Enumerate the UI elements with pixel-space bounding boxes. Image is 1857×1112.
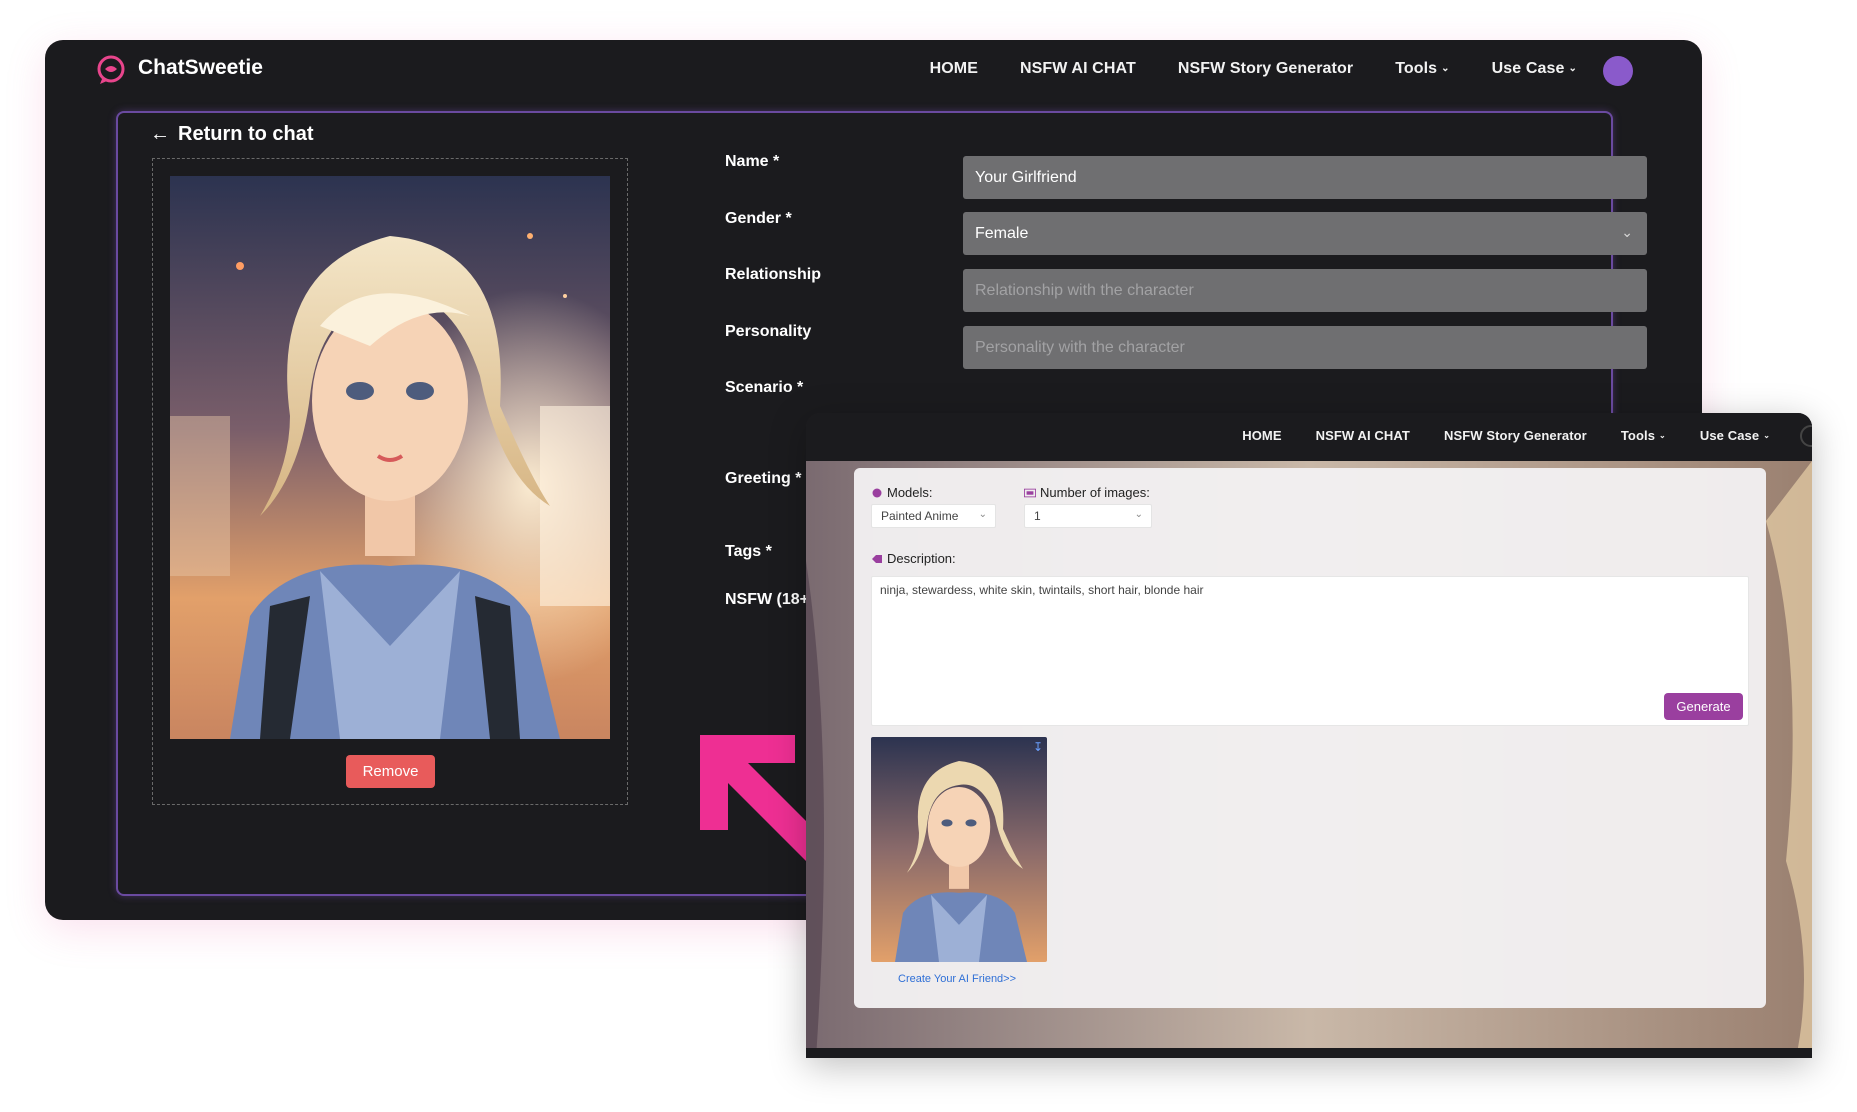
front-bottom-bar bbox=[806, 1048, 1812, 1058]
nav-use-case[interactable]: Use Case ⌄ bbox=[1492, 60, 1577, 78]
chevron-down-icon: ⌄ bbox=[1621, 224, 1633, 240]
personality-input[interactable]: Personality with the character bbox=[963, 326, 1647, 369]
gender-select-value: Female bbox=[975, 224, 1029, 242]
generated-image-thumbnail[interactable]: ↧ bbox=[871, 737, 1047, 962]
nav-use-case-label: Use Case bbox=[1491, 60, 1565, 77]
chevron-down-icon: ⌄ bbox=[1134, 509, 1143, 520]
generated-image bbox=[871, 737, 1047, 962]
gender-label: Gender * bbox=[725, 210, 792, 227]
gender-select[interactable]: Female ⌄ bbox=[963, 212, 1647, 255]
front-nav-tools-label: Tools bbox=[1620, 428, 1656, 443]
name-input[interactable]: Your Girlfriend bbox=[963, 156, 1647, 199]
front-nav-story-generator[interactable]: NSFW Story Generator bbox=[1444, 428, 1587, 443]
chat-bubble-logo-icon[interactable] bbox=[95, 54, 127, 86]
chevron-down-icon: ⌄ bbox=[1659, 431, 1666, 440]
models-label-text: Models: bbox=[887, 485, 933, 500]
generate-button[interactable]: Generate bbox=[1664, 693, 1743, 720]
nav-story-generator[interactable]: NSFW Story Generator bbox=[1178, 60, 1353, 78]
relationship-input[interactable]: Relationship with the character bbox=[963, 269, 1647, 312]
avatar-upload-area[interactable]: Remove bbox=[152, 158, 628, 805]
front-nav-tools[interactable]: Tools ⌄ bbox=[1621, 428, 1666, 443]
return-to-chat-link[interactable]: ← Return to chat bbox=[150, 123, 314, 146]
front-nav-use-case[interactable]: Use Case ⌄ bbox=[1700, 428, 1770, 443]
remove-image-button[interactable]: Remove bbox=[346, 755, 435, 788]
tags-label: Tags * bbox=[725, 543, 772, 560]
front-nav-home[interactable]: HOME bbox=[1242, 428, 1281, 443]
download-icon[interactable]: ↧ bbox=[1033, 740, 1043, 754]
image-count-select[interactable]: 1 ⌄ bbox=[1024, 504, 1152, 528]
description-textarea[interactable]: ninja, stewardess, white skin, twintails… bbox=[871, 576, 1749, 726]
nav-links: HOME NSFW AI CHAT NSFW Story Generator T… bbox=[930, 60, 1577, 78]
front-nav-use-case-label: Use Case bbox=[1699, 428, 1760, 443]
image-icon bbox=[1024, 488, 1036, 498]
tag-icon bbox=[872, 555, 882, 563]
nav-home[interactable]: HOME bbox=[930, 60, 978, 78]
chevron-down-icon: ⌄ bbox=[1441, 63, 1450, 74]
create-ai-friend-link[interactable]: Create Your AI Friend>> bbox=[898, 973, 1016, 985]
image-generator-window: HOME NSFW AI CHAT NSFW Story Generator T… bbox=[806, 413, 1812, 1058]
return-label: Return to chat bbox=[178, 123, 314, 145]
front-nav-ai-chat[interactable]: NSFW AI CHAT bbox=[1316, 428, 1410, 443]
scenario-label: Scenario * bbox=[725, 379, 804, 396]
image-count-label: Number of images: bbox=[1024, 485, 1150, 500]
name-label: Name * bbox=[725, 153, 780, 170]
models-label: Models: bbox=[871, 485, 933, 500]
image-count-select-value: 1 bbox=[1034, 509, 1041, 523]
greeting-label: Greeting * bbox=[725, 470, 802, 487]
nav-tools-label: Tools bbox=[1395, 60, 1438, 77]
models-select[interactable]: Painted Anime ⌄ bbox=[871, 504, 996, 528]
nav-ai-chat[interactable]: NSFW AI CHAT bbox=[1020, 60, 1136, 78]
front-user-avatar[interactable] bbox=[1800, 425, 1812, 447]
image-generator-card: Models: Number of images: Painted Anime … bbox=[854, 468, 1766, 1008]
arrow-left-icon: ← bbox=[150, 123, 170, 145]
relationship-label: Relationship bbox=[725, 266, 822, 283]
description-label-text: Description: bbox=[887, 551, 956, 566]
brand-name[interactable]: ChatSweetie bbox=[138, 56, 263, 80]
personality-label: Personality bbox=[725, 323, 812, 340]
description-label: Description: bbox=[871, 551, 956, 566]
nsfw-label: NSFW (18+) bbox=[725, 591, 815, 608]
chevron-down-icon: ⌄ bbox=[1568, 63, 1577, 74]
front-nav-links: HOME NSFW AI CHAT NSFW Story Generator T… bbox=[1242, 428, 1770, 443]
chevron-down-icon: ⌄ bbox=[1763, 431, 1770, 440]
image-count-label-text: Number of images: bbox=[1040, 485, 1150, 500]
front-top-nav: HOME NSFW AI CHAT NSFW Story Generator T… bbox=[806, 413, 1812, 461]
nav-tools[interactable]: Tools ⌄ bbox=[1395, 60, 1449, 78]
character-portrait-image bbox=[170, 176, 610, 739]
models-select-value: Painted Anime bbox=[881, 509, 959, 523]
user-avatar[interactable] bbox=[1603, 56, 1633, 86]
chevron-down-icon: ⌄ bbox=[978, 509, 987, 520]
palette-icon bbox=[872, 488, 882, 498]
